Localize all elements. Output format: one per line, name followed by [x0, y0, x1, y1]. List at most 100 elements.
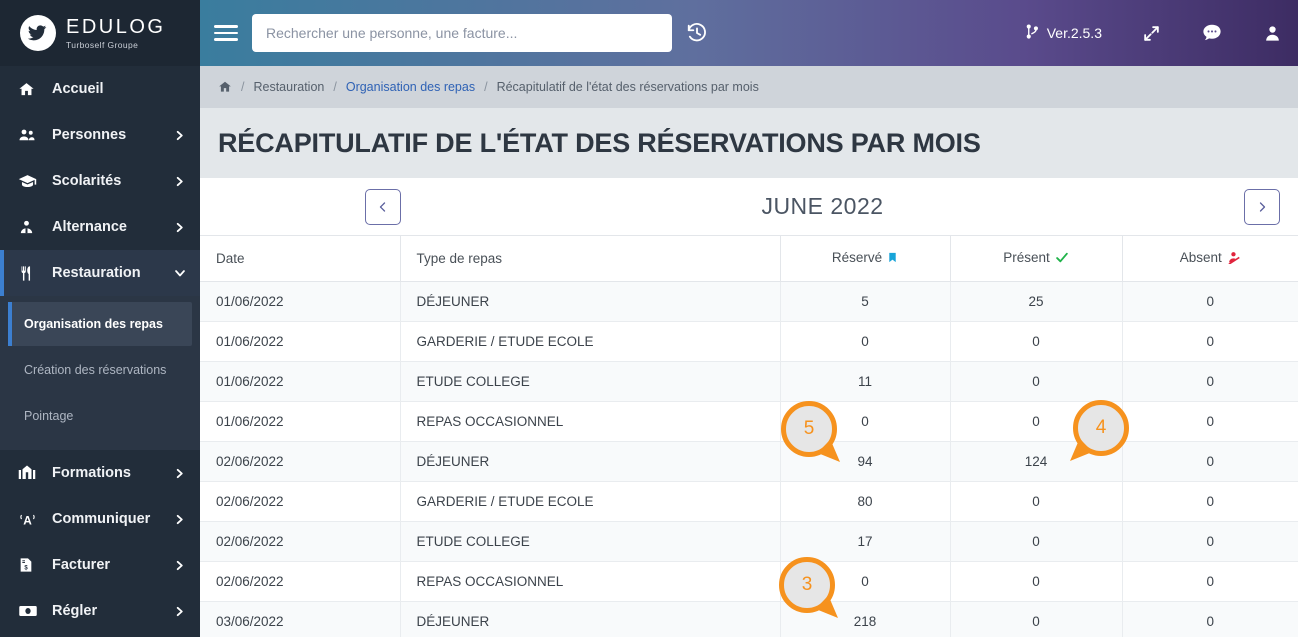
column-header-type-de-repas[interactable]: Type de repas [400, 235, 781, 282]
cell-reserve: 94 [780, 441, 951, 482]
chevron-down-icon [174, 267, 186, 279]
search-input[interactable] [252, 14, 672, 52]
breadcrumb-item-organisation-des-repas[interactable]: Organisation des repas [346, 80, 475, 94]
sidebar-item-restauration[interactable]: Restauration [0, 250, 200, 296]
breadcrumb-separator: / [484, 80, 488, 94]
breadcrumb-item-restauration[interactable]: Restauration [253, 80, 324, 94]
cell-date: 01/06/2022 [200, 401, 401, 442]
sidebar-item-alternance[interactable]: Alternance [0, 204, 200, 250]
table-row[interactable]: 03/06/2022 DÉJEUNER 218 0 0 [200, 601, 1298, 637]
previous-month-button[interactable] [365, 188, 401, 225]
graduation-cap-icon [18, 172, 44, 191]
cell-date: 01/06/2022 [200, 361, 401, 402]
chevron-right-icon [174, 222, 186, 233]
cell-absent: 0 [1122, 481, 1298, 522]
cell-date: 02/06/2022 [200, 441, 401, 482]
sidebar-item-scolarites[interactable]: Scolarités [0, 158, 200, 204]
breadcrumb: / Restauration / Organisation des repas … [200, 66, 1298, 108]
cell-type: ETUDE COLLEGE [400, 521, 781, 562]
breadcrumb-separator: / [333, 80, 337, 94]
cell-date: 02/06/2022 [200, 561, 401, 602]
user-tie-icon [18, 219, 44, 236]
table-row[interactable]: 01/06/2022 DÉJEUNER 5 25 0 [200, 281, 1298, 322]
brand-subtitle: Turboself Groupe [66, 39, 139, 50]
cell-date: 01/06/2022 [200, 281, 401, 322]
sidebar-subitem-organisation-des-repas[interactable]: Organisation des repas [8, 302, 192, 346]
cell-absent: 0 [1122, 361, 1298, 402]
sidebar-subitem-creation-des-reservations[interactable]: Création des réservations [8, 348, 192, 392]
home-icon[interactable] [218, 80, 232, 94]
column-label: Réservé [831, 250, 883, 265]
brand-logo[interactable]: EDULOG Turboself Groupe [0, 0, 200, 66]
expand-arrows-icon[interactable] [1142, 24, 1161, 43]
sidebar-subitem-label: Création des réservations [24, 363, 167, 377]
app-root: EDULOG Turboself Groupe Accueil Personne… [0, 0, 1298, 637]
money-bill-icon [18, 601, 44, 621]
column-header-absent[interactable]: Absent [1122, 235, 1298, 282]
sidebar-nav: Accueil Personnes Scolarités Alternance … [0, 66, 200, 637]
sidebar-item-label: Alternance [52, 219, 127, 235]
table-header-row: Date Type de repas Réservé Présent Absen [200, 235, 1298, 282]
hamburger-menu-icon[interactable] [214, 25, 238, 41]
chevron-right-icon [174, 606, 186, 617]
cell-reserve: 11 [780, 361, 951, 402]
cell-present: 25 [950, 281, 1123, 322]
cell-date: 03/06/2022 [200, 601, 401, 637]
column-label: Date [216, 251, 245, 266]
sidebar-subitem-label: Organisation des repas [24, 317, 163, 331]
table-body: 01/06/2022 DÉJEUNER 5 25 0 01/06/2022 GA… [200, 281, 1298, 637]
cell-reserve: 218 [780, 601, 951, 637]
top-bar: Ver.2.5.3 [200, 0, 1298, 66]
table-row[interactable]: 02/06/2022 REPAS OCCASIONNEL 0 0 0 [200, 561, 1298, 602]
history-icon[interactable] [686, 22, 708, 44]
cell-present: 0 [950, 481, 1123, 522]
table-row[interactable]: 01/06/2022 REPAS OCCASIONNEL 0 0 0 [200, 401, 1298, 442]
sidebar-subitem-label: Pointage [24, 409, 74, 423]
cell-absent: 0 [1122, 601, 1298, 637]
next-month-button[interactable] [1244, 188, 1280, 225]
column-header-present[interactable]: Présent [950, 235, 1123, 282]
utensils-icon [18, 265, 44, 282]
cell-date: 01/06/2022 [200, 321, 401, 362]
column-header-reserve[interactable]: Réservé [780, 235, 951, 282]
table-row[interactable]: 02/06/2022 ETUDE COLLEGE 17 0 0 [200, 521, 1298, 562]
home-icon [18, 81, 44, 98]
comment-dots-icon[interactable] [1201, 22, 1223, 44]
table-row[interactable]: 02/06/2022 GARDERIE / ETUDE ECOLE 80 0 0 [200, 481, 1298, 522]
user-slash-icon [1227, 251, 1241, 267]
sidebar-item-regler[interactable]: Régler [0, 588, 200, 634]
cell-date: 02/06/2022 [200, 521, 401, 562]
sidebar-item-personnes[interactable]: Personnes [0, 112, 200, 158]
table-row[interactable]: 02/06/2022 DÉJEUNER 94 124 0 [200, 441, 1298, 482]
cell-absent: 0 [1122, 521, 1298, 562]
cell-reserve: 17 [780, 521, 951, 562]
cell-present: 0 [950, 521, 1123, 562]
sidebar-item-facturer[interactable]: $ Facturer [0, 542, 200, 588]
cell-type: DÉJEUNER [400, 601, 781, 637]
month-navigation: JUNE 2022 [200, 178, 1298, 235]
sidebar-item-label: Communiquer [52, 511, 151, 527]
sidebar-item-communiquer[interactable]: A Communiquer [0, 496, 200, 542]
sidebar-item-accueil[interactable]: Accueil [0, 66, 200, 112]
sidebar-item-label: Restauration [52, 265, 141, 281]
user-icon[interactable] [1263, 24, 1282, 43]
content-area: JUNE 2022 Date Type de repas Réservé Pré… [200, 178, 1298, 637]
table-row[interactable]: 01/06/2022 GARDERIE / ETUDE ECOLE 0 0 0 [200, 321, 1298, 362]
bird-logo-icon [20, 15, 56, 51]
version-indicator[interactable]: Ver.2.5.3 [1025, 23, 1102, 43]
sidebar: EDULOG Turboself Groupe Accueil Personne… [0, 0, 200, 637]
current-month-label: JUNE 2022 [761, 193, 884, 219]
cell-type: REPAS OCCASIONNEL [400, 401, 781, 442]
cell-type: GARDERIE / ETUDE ECOLE [400, 321, 781, 362]
breadcrumb-separator: / [241, 80, 245, 94]
cell-type: ETUDE COLLEGE [400, 361, 781, 402]
cell-present: 0 [950, 401, 1123, 442]
table-row[interactable]: 01/06/2022 ETUDE COLLEGE 11 0 0 [200, 361, 1298, 402]
column-header-date[interactable]: Date [200, 235, 401, 282]
sidebar-item-formations[interactable]: Formations [0, 450, 200, 496]
sidebar-subitem-pointage[interactable]: Pointage [8, 394, 192, 438]
cell-reserve: 5 [780, 281, 951, 322]
bullhorn-a-icon: A [18, 510, 44, 529]
cell-absent: 0 [1122, 401, 1298, 442]
cell-present: 0 [950, 601, 1123, 637]
